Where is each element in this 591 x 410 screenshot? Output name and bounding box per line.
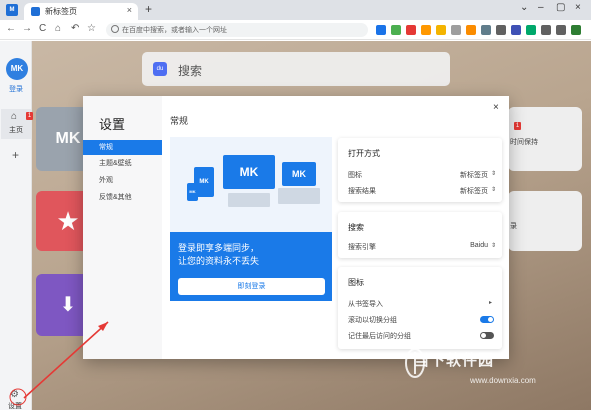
annotation-arrow [9,321,109,406]
watermark-brand: 当下软件园 [414,352,495,369]
watermark-url: www.downxia.com [470,376,536,385]
